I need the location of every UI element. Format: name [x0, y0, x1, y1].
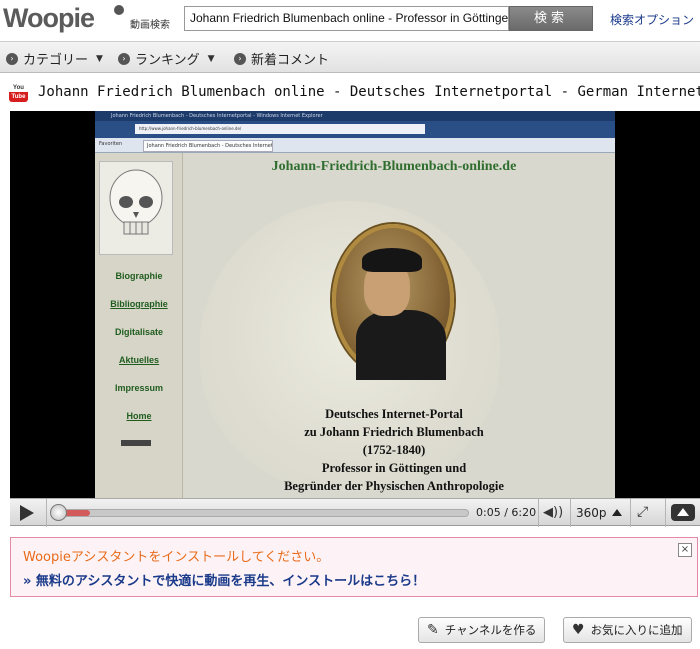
play-icon[interactable] — [20, 505, 34, 521]
category-nav: › カテゴリー ▼ › ランキング ▼ › 新着コメント — [0, 41, 700, 73]
search-input[interactable]: Johann Friedrich Blumenbach online - Pro… — [184, 6, 509, 31]
side-link-home: Home — [126, 411, 152, 421]
portal-line: (1752-1840) — [362, 443, 426, 457]
portrait-hat — [362, 248, 422, 272]
nav-item-label: 新着コメント — [251, 53, 330, 68]
banner-title: Woopieアシスタントをインストールしてください。 — [23, 550, 330, 565]
logo-mark-icon — [114, 5, 124, 15]
quality-selector[interactable]: 360p — [576, 506, 607, 520]
create-channel-label: チャンネルを作る — [444, 623, 537, 637]
youtube-icon: You Tube — [9, 84, 28, 102]
fullscreen-icon[interactable]: ⤢ — [637, 504, 648, 520]
side-link-digitalisate: Digitalisate — [114, 327, 163, 337]
divider — [46, 499, 47, 527]
search-button[interactable]: 検索 — [509, 6, 593, 31]
divider — [538, 499, 539, 527]
browser-tab-bar: Favoriten Johann Friedrich Blumenbach - … — [95, 138, 615, 153]
arrow-circle-icon: › — [118, 52, 130, 65]
video-title: Johann Friedrich Blumenbach online - Deu… — [38, 84, 700, 100]
video-player[interactable]: Johann Friedrich Blumenbach - Deutsches … — [10, 111, 700, 498]
heart-plus-icon: ♥ — [572, 622, 585, 638]
youtube-icon-top: You — [9, 84, 28, 92]
add-favorite-label: お気に入りに追加 — [590, 623, 683, 637]
portrait-image — [332, 224, 454, 380]
assistant-banner: Woopieアシスタントをインストールしてください。 » 無料のアシスタントで快… — [10, 537, 698, 597]
caret-down-icon: ▼ — [207, 53, 215, 64]
nav-item-new-comments[interactable]: › 新着コメント — [234, 49, 329, 68]
add-favorite-button[interactable]: ♥ お気に入りに追加 — [563, 617, 692, 643]
quality-up-arrow-icon[interactable] — [612, 509, 622, 516]
browser-favorites: Favoriten — [99, 141, 123, 147]
time-display: 0:05 / 6:20 — [476, 506, 537, 519]
skull-drawing — [99, 161, 173, 255]
side-link-bibliographie: Bibliographie — [110, 299, 168, 309]
browser-title-bar: Johann Friedrich Blumenbach - Deutsches … — [95, 111, 615, 121]
pencil-icon: ✎ — [427, 622, 439, 638]
nav-item-category[interactable]: › カテゴリー ▼ — [6, 49, 103, 68]
site-sidebar: Biographie Bibliographie Digitalisate Ak… — [95, 153, 183, 498]
seek-bar[interactable] — [54, 509, 469, 517]
youtube-icon-bottom: Tube — [9, 92, 28, 102]
nav-item-label: ランキング — [135, 53, 200, 68]
divider — [630, 499, 631, 527]
header: Woopie 動画検索 Johann Friedrich Blumenbach … — [0, 0, 700, 40]
volume-icon[interactable]: ◀)) — [543, 505, 563, 520]
player-controls: 0:05 / 6:20 ◀)) 360p ⤢ — [10, 498, 700, 527]
logo-subtitle: 動画検索 — [130, 20, 170, 31]
portal-line: Deutsches Internet-Portal — [325, 407, 463, 421]
browser-address-bar: http://www.johann-friedrich-blumenbach-o… — [95, 121, 615, 138]
expand-icon[interactable] — [671, 504, 695, 521]
divider — [570, 499, 571, 527]
side-badge — [121, 440, 151, 446]
side-link-aktuelles: Aktuelles — [118, 355, 160, 365]
create-channel-button[interactable]: ✎ チャンネルを作る — [418, 617, 546, 643]
divider — [665, 499, 666, 527]
install-link[interactable]: » 無料のアシスタントで快適に動画を再生、インストールはこちら！ — [23, 570, 425, 589]
portrait-coat — [356, 310, 446, 380]
side-link-biographie: Biographie — [115, 271, 163, 281]
video-frame: Johann Friedrich Blumenbach - Deutsches … — [95, 111, 615, 498]
portal-line: zu Johann Friedrich Blumenbach — [304, 425, 484, 439]
portal-text: Deutsches Internet-Portal zu Johann Frie… — [188, 405, 600, 495]
site-title: Johann-Friedrich-Blumenbach-online.de — [271, 159, 517, 174]
portal-line: Begründer der Physischen Anthropologie — [284, 479, 504, 493]
close-icon[interactable]: × — [678, 543, 692, 557]
nav-item-label: カテゴリー — [23, 53, 89, 68]
search-options-link[interactable]: 検索オプション — [610, 11, 694, 28]
arrow-circle-icon: › — [234, 52, 246, 65]
caret-down-icon: ▼ — [96, 53, 103, 64]
nav-item-ranking[interactable]: › ランキング ▼ — [118, 49, 215, 68]
browser-tab: Johann Friedrich Blumenbach - Deutsches … — [143, 140, 273, 152]
browser-address: http://www.johann-friedrich-blumenbach-o… — [135, 124, 425, 134]
seek-knob[interactable] — [50, 504, 67, 521]
side-link-impressum: Impressum — [114, 383, 164, 393]
arrow-circle-icon: › — [6, 52, 18, 65]
woopie-logo[interactable]: Woopie — [3, 3, 95, 34]
portal-line: Professor in Göttingen und — [321, 461, 467, 475]
